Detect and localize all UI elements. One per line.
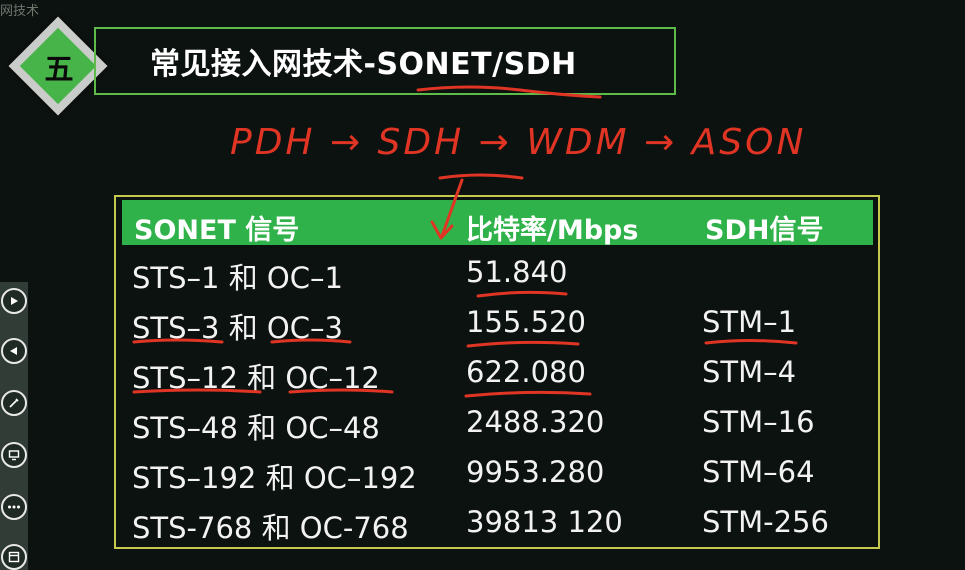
title-box: 常见接入网技术-SONET/SDH bbox=[94, 27, 676, 95]
table-cell-bitrate: 2488.320 bbox=[466, 405, 605, 439]
table-cell-sonet: STS–3 和 OC–3 bbox=[132, 311, 343, 345]
table-cell-bitrate: 155.520 bbox=[466, 305, 586, 339]
table-cell-bitrate: 51.840 bbox=[466, 255, 568, 289]
side-toolbar bbox=[0, 282, 34, 570]
table-cell-bitrate: 9953.280 bbox=[466, 455, 605, 489]
header-sdh: SDH信号 bbox=[705, 215, 824, 246]
signal-table: SONET 信号 比特率/Mbps SDH信号 STS–1 和 OC–1 51.… bbox=[114, 195, 880, 549]
table-cell-sonet: STS–12 和 OC–12 bbox=[132, 361, 380, 395]
table-cell-sdh: STM–64 bbox=[702, 455, 815, 489]
table-cell-sdh: STM–16 bbox=[702, 405, 815, 439]
play-back-icon[interactable] bbox=[1, 338, 27, 364]
play-forward-icon[interactable] bbox=[1, 288, 27, 314]
table-cell-sonet: STS–48 和 OC–48 bbox=[132, 411, 380, 445]
section-badge: 五 bbox=[8, 16, 108, 116]
window-icon[interactable] bbox=[1, 544, 27, 570]
pen-icon[interactable] bbox=[1, 390, 27, 416]
table-cell-bitrate: 622.080 bbox=[466, 355, 586, 389]
table-cell-sdh: STM-256 bbox=[702, 505, 829, 539]
table-cell-sonet: STS-768 和 OC-768 bbox=[132, 511, 409, 545]
side-toolbar-strip bbox=[0, 282, 28, 570]
table-cell-sonet: STS–1 和 OC–1 bbox=[132, 261, 343, 295]
more-icon[interactable] bbox=[1, 494, 27, 520]
header-sonet: SONET 信号 bbox=[134, 215, 300, 246]
screen-icon[interactable] bbox=[1, 442, 27, 468]
table-cell-sonet: STS–192 和 OC–192 bbox=[132, 461, 417, 495]
header-bitrate: 比特率/Mbps bbox=[466, 215, 639, 246]
table-cell-sdh: STM–1 bbox=[702, 305, 797, 339]
top-caption: 网技术 bbox=[0, 3, 40, 18]
badge-number: 五 bbox=[44, 52, 74, 86]
table-header: SONET 信号 比特率/Mbps SDH信号 bbox=[122, 200, 873, 246]
table-cell-sdh: STM–4 bbox=[702, 355, 797, 389]
table-cell-bitrate: 39813 120 bbox=[466, 505, 623, 539]
sdh-underline bbox=[438, 173, 524, 180]
handwritten-annotation: PDH → SDH → WDM → ASON bbox=[230, 122, 807, 163]
page-title: 常见接入网技术-SONET/SDH bbox=[150, 47, 577, 82]
